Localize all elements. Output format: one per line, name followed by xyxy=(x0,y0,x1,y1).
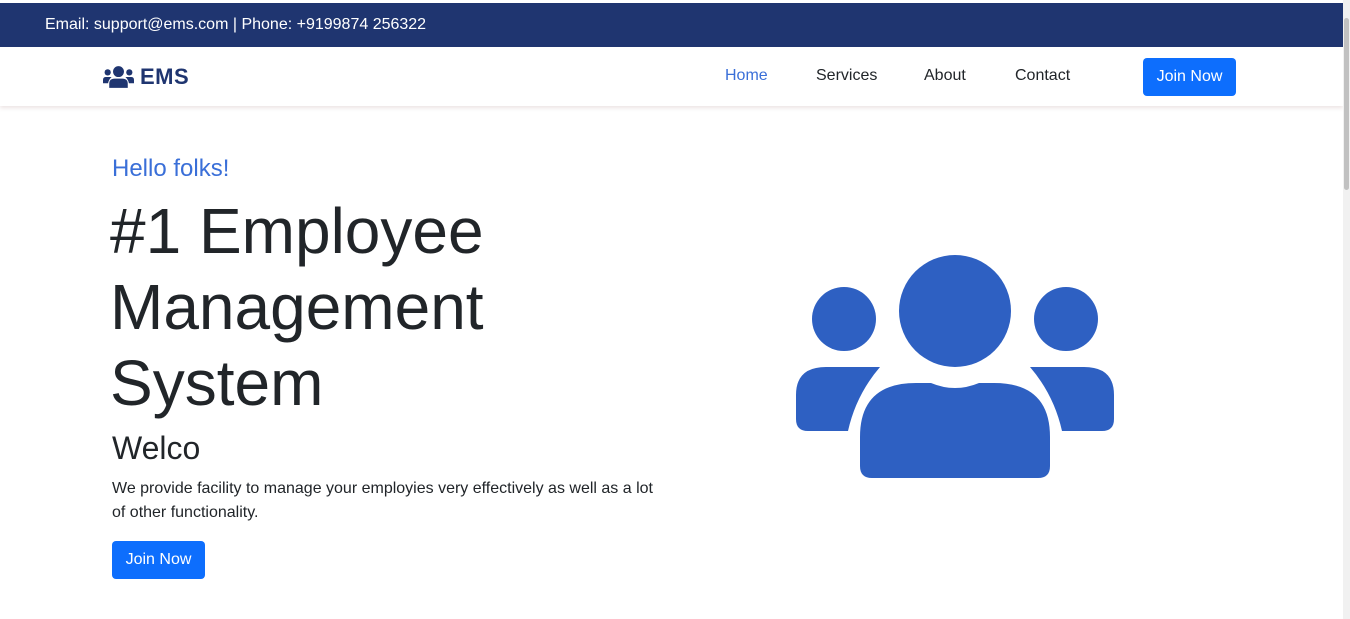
users-icon xyxy=(796,255,1114,478)
nav-link-contact[interactable]: Contact xyxy=(1015,67,1070,85)
nav-link-about[interactable]: About xyxy=(924,67,966,85)
contact-info: Email: support@ems.com | Phone: +9199874… xyxy=(45,16,427,33)
brand-logo[interactable]: EMS xyxy=(103,64,189,90)
users-icon xyxy=(103,66,134,88)
navbar: EMS Home Services About Contact Join Now xyxy=(0,47,1343,106)
nav-link-home[interactable]: Home xyxy=(725,67,768,85)
hero-subtitle: Welco xyxy=(112,430,201,466)
hero-title-line: System xyxy=(110,347,324,419)
nav-link-services[interactable]: Services xyxy=(816,67,877,85)
scrollbar-thumb[interactable] xyxy=(1344,18,1349,190)
nav-join-now-button[interactable]: Join Now xyxy=(1143,58,1236,96)
page-scrollbar[interactable] xyxy=(1343,0,1350,619)
hero-title-line: Management xyxy=(110,271,484,343)
hero-join-now-button[interactable]: Join Now xyxy=(112,541,205,579)
hero-greeting: Hello folks! xyxy=(112,155,230,182)
brand-name: EMS xyxy=(140,64,190,89)
contact-topbar: Email: support@ems.com | Phone: +9199874… xyxy=(0,3,1343,47)
hero-title-line: #1 Employee xyxy=(110,195,484,267)
hero-description: We provide facility to manage your emplo… xyxy=(112,480,653,521)
hero-title: #1 Employee Management System xyxy=(110,193,630,421)
